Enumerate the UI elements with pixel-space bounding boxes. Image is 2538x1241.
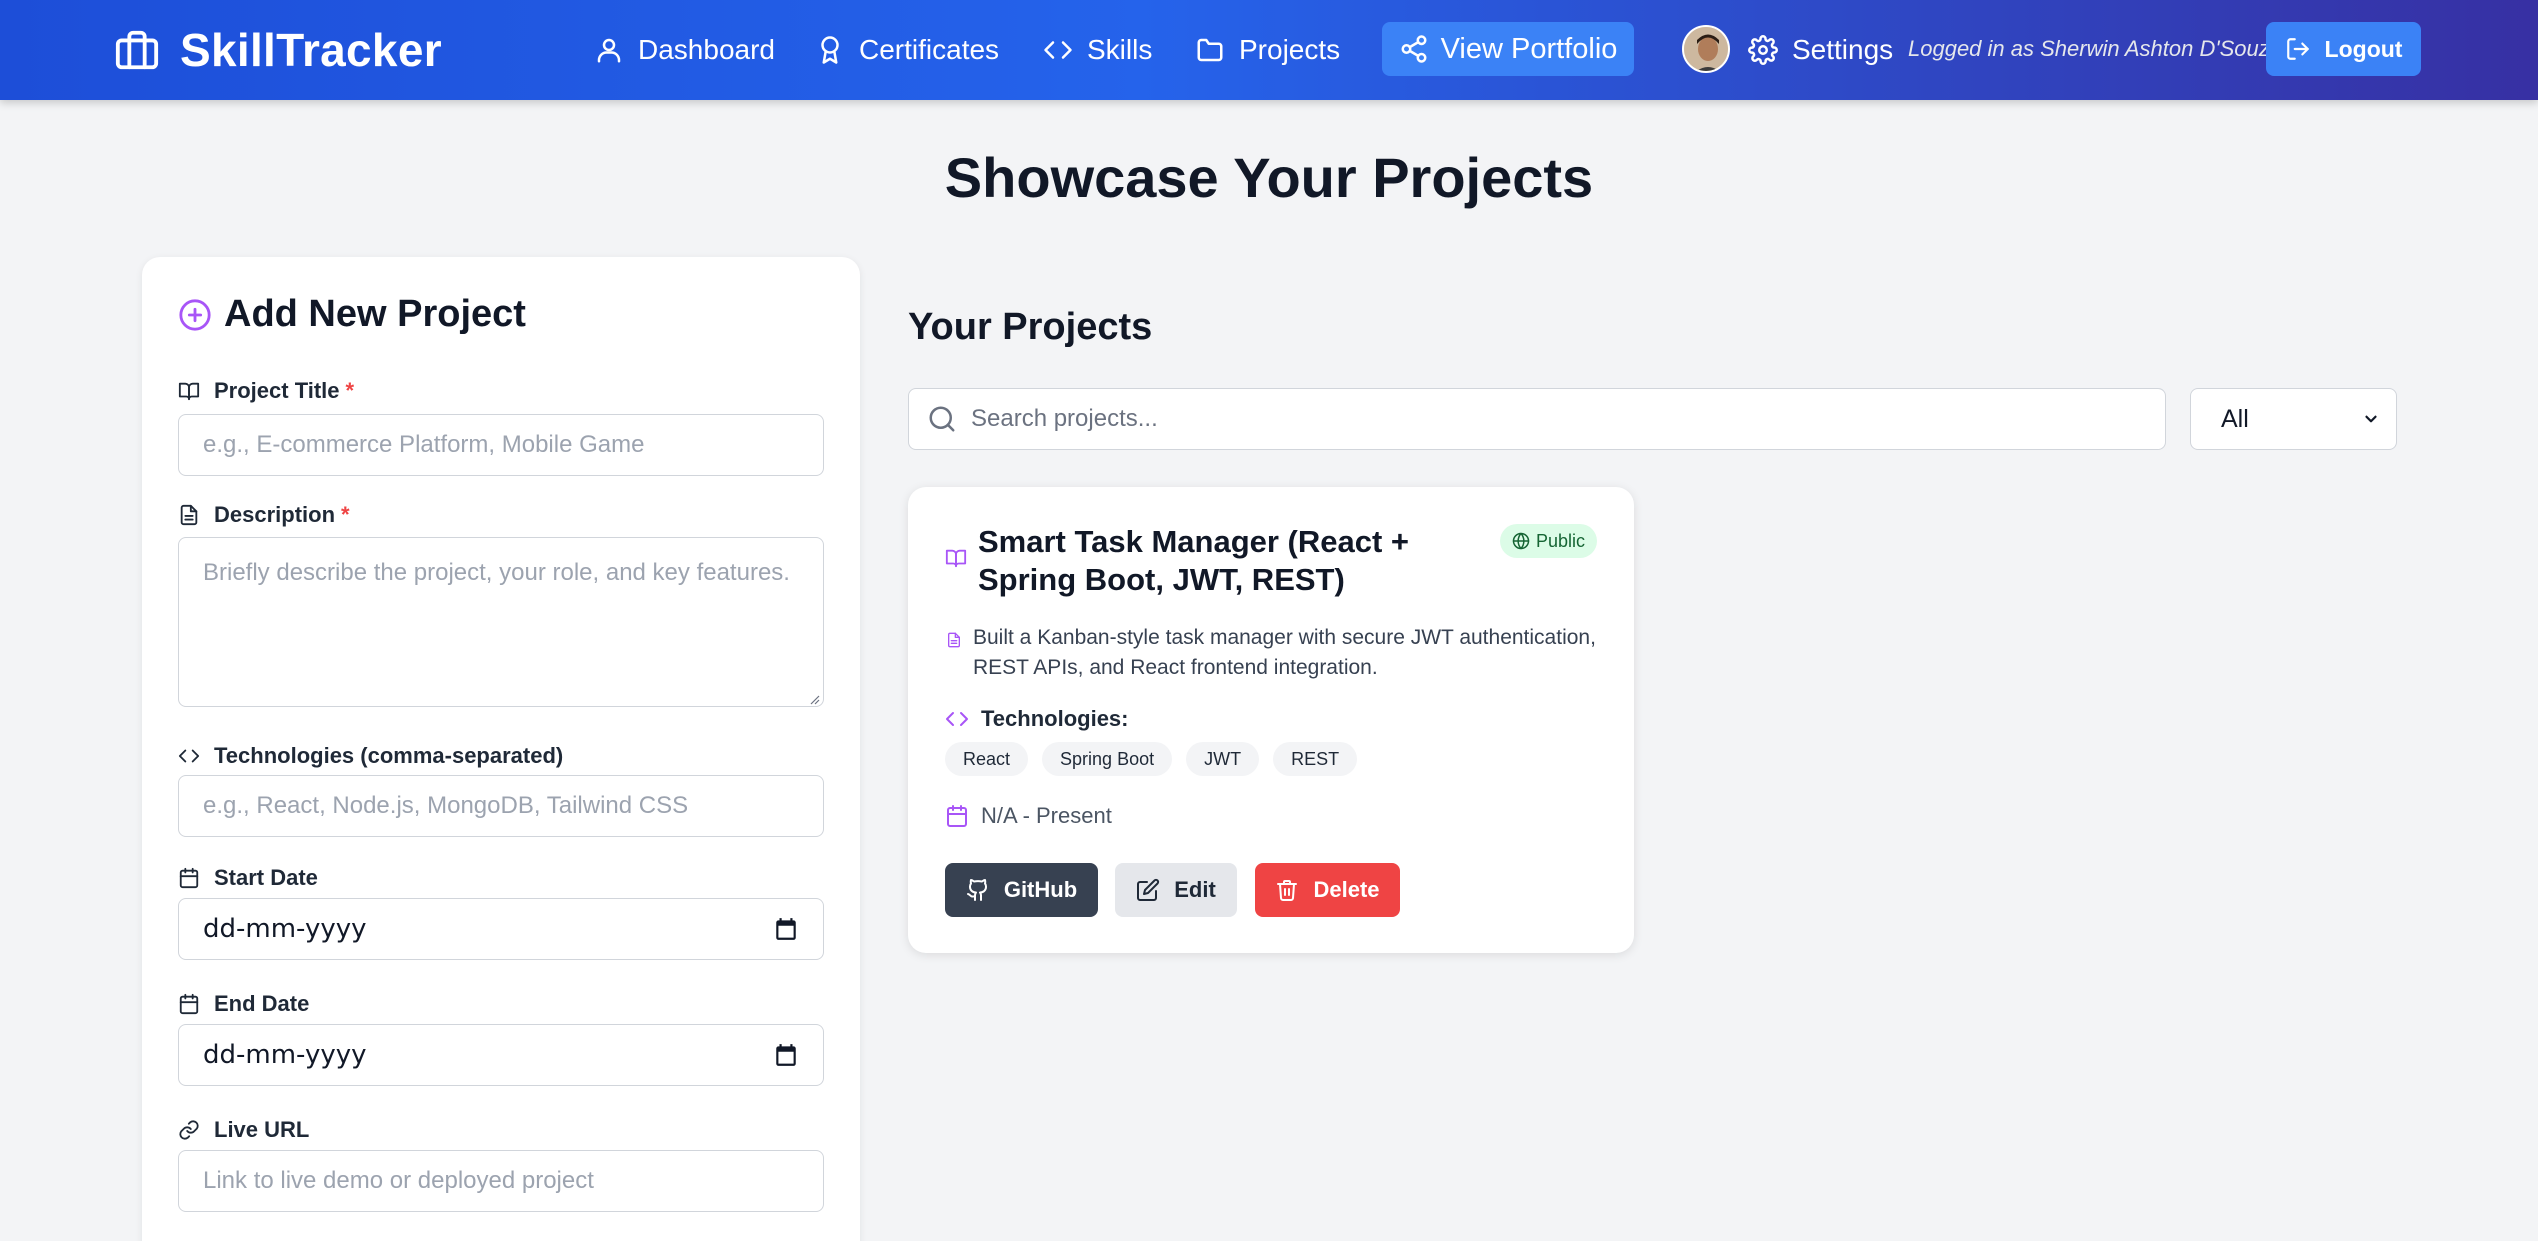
code-icon [1044, 41, 1072, 59]
add-project-form: Add New Project Project Title * Descript… [142, 257, 860, 1241]
technologies-label-text: Technologies (comma-separated) [214, 743, 564, 768]
share-icon [1401, 35, 1427, 63]
required-mark: * [345, 378, 355, 403]
calendar-picker-icon[interactable] [773, 916, 799, 942]
start-date-label-text: Start Date [214, 865, 318, 890]
brand[interactable]: SkillTracker [114, 24, 442, 76]
delete-button[interactable]: Delete [1255, 863, 1400, 917]
plus-circle-icon [179, 298, 211, 331]
github-button[interactable]: GitHub [945, 863, 1098, 917]
form-heading: Add New Project [178, 293, 526, 336]
tech-tag: JWT [1186, 742, 1260, 776]
start-date-input[interactable]: dd-mm-yyyy [178, 898, 824, 960]
github-button-label: GitHub [1003, 877, 1078, 902]
trash-icon [1277, 880, 1298, 901]
globe-icon [1512, 532, 1530, 550]
technology-tags: React Spring Boot JWT REST [945, 742, 1358, 776]
edit-icon [1137, 878, 1160, 901]
code-icon [946, 712, 968, 726]
logout-button[interactable]: Logout [2266, 22, 2421, 76]
live-url-label: Live URL [178, 1117, 309, 1143]
your-projects-heading: Your Projects [908, 306, 1153, 348]
live-url-input[interactable] [178, 1150, 824, 1212]
calendar-icon [179, 993, 199, 1015]
nav-projects[interactable]: Projects [1195, 24, 1340, 76]
search-input[interactable] [971, 391, 2151, 447]
description-textarea[interactable] [178, 537, 824, 707]
project-date-text: N/A - Present [981, 803, 1112, 828]
chevron-down-icon [2365, 415, 2377, 423]
end-date-label-text: End Date [214, 991, 310, 1016]
project-date-range: N/A - Present [945, 803, 1112, 829]
nav-skills-label: Skills [1087, 34, 1153, 65]
nav-dashboard[interactable]: Dashboard [594, 24, 775, 76]
end-date-input[interactable]: dd-mm-yyyy [178, 1024, 824, 1086]
logged-in-text: Logged in as Sherwin Ashton D'Souza [1908, 36, 2282, 61]
project-card: Smart Task Manager (React + Spring Boot,… [908, 487, 1634, 953]
book-icon [178, 382, 200, 401]
avatar-image [1684, 27, 1728, 71]
nav-certificates[interactable]: Certificates [815, 24, 999, 76]
gear-icon [1748, 35, 1778, 65]
delete-button-label: Delete [1313, 877, 1380, 902]
view-portfolio-button[interactable]: View Portfolio [1382, 22, 1634, 76]
avatar[interactable] [1682, 25, 1730, 73]
file-text-icon [180, 504, 198, 526]
search-icon [929, 406, 955, 432]
nav-projects-label: Projects [1239, 34, 1341, 65]
calendar-icon [947, 805, 967, 827]
start-date-value: dd-mm-yyyy [203, 914, 367, 944]
briefcase-icon [115, 30, 159, 70]
live-url-label-text: Live URL [214, 1117, 310, 1142]
tech-tag: React [945, 742, 1029, 776]
project-title: Smart Task Manager (React + Spring Boot,… [978, 524, 1410, 597]
required-mark: * [341, 502, 350, 527]
calendar-picker-icon[interactable] [773, 1042, 799, 1068]
file-text-icon [948, 632, 960, 648]
technologies-input[interactable] [178, 775, 824, 837]
visibility-badge-text: Public [1536, 530, 1586, 551]
award-icon [821, 36, 839, 64]
calendar-icon [179, 867, 199, 889]
resize-grip-icon[interactable] [808, 693, 820, 705]
tech-tag: REST [1273, 742, 1358, 776]
nav-settings[interactable]: Settings [1748, 24, 1893, 76]
end-date-label: End Date [178, 991, 309, 1017]
github-icon [966, 879, 987, 901]
logout-icon [2286, 38, 2309, 60]
visibility-filter-select[interactable]: All [2190, 388, 2397, 450]
nav-certificates-label: Certificates [859, 34, 1000, 65]
user-icon [597, 38, 621, 63]
nav-dashboard-label: Dashboard [638, 34, 775, 65]
end-date-value: dd-mm-yyyy [203, 1040, 367, 1070]
code-icon [178, 749, 200, 763]
search-box [908, 388, 2166, 450]
nav-settings-label: Settings [1792, 34, 1894, 65]
book-icon [945, 549, 967, 568]
project-description: Built a Kanban-style task manager with s… [973, 626, 1596, 679]
description-label: Description * [178, 502, 350, 528]
visibility-badge: Public [1500, 524, 1598, 558]
nav-skills[interactable]: Skills [1043, 24, 1152, 76]
view-portfolio-label: View Portfolio [1440, 32, 1618, 65]
filter-selected-value: All [2221, 404, 2249, 433]
page-title: Showcase Your Projects [944, 146, 1594, 209]
logout-label: Logout [2324, 35, 2403, 62]
brand-name: SkillTracker [180, 24, 442, 76]
project-title-label: Project Title * [178, 378, 354, 404]
technologies-heading: Technologies: [945, 706, 1129, 732]
edit-button-label: Edit [1174, 877, 1216, 902]
tech-tag: Spring Boot [1042, 742, 1173, 776]
form-heading-text: Add New Project [224, 293, 526, 335]
start-date-label: Start Date [178, 865, 318, 891]
technologies-label: Technologies (comma-separated) [178, 743, 563, 769]
project-title-input[interactable] [178, 414, 824, 476]
technologies-heading-text: Technologies: [981, 706, 1129, 731]
description-label-text: Description [214, 502, 336, 527]
project-title-label-text: Project Title [214, 378, 340, 403]
folder-icon [1197, 38, 1223, 62]
edit-button[interactable]: Edit [1115, 863, 1237, 917]
top-navbar: SkillTracker Dashboard Certificates Skil… [0, 0, 2538, 100]
link-icon [179, 1120, 199, 1140]
